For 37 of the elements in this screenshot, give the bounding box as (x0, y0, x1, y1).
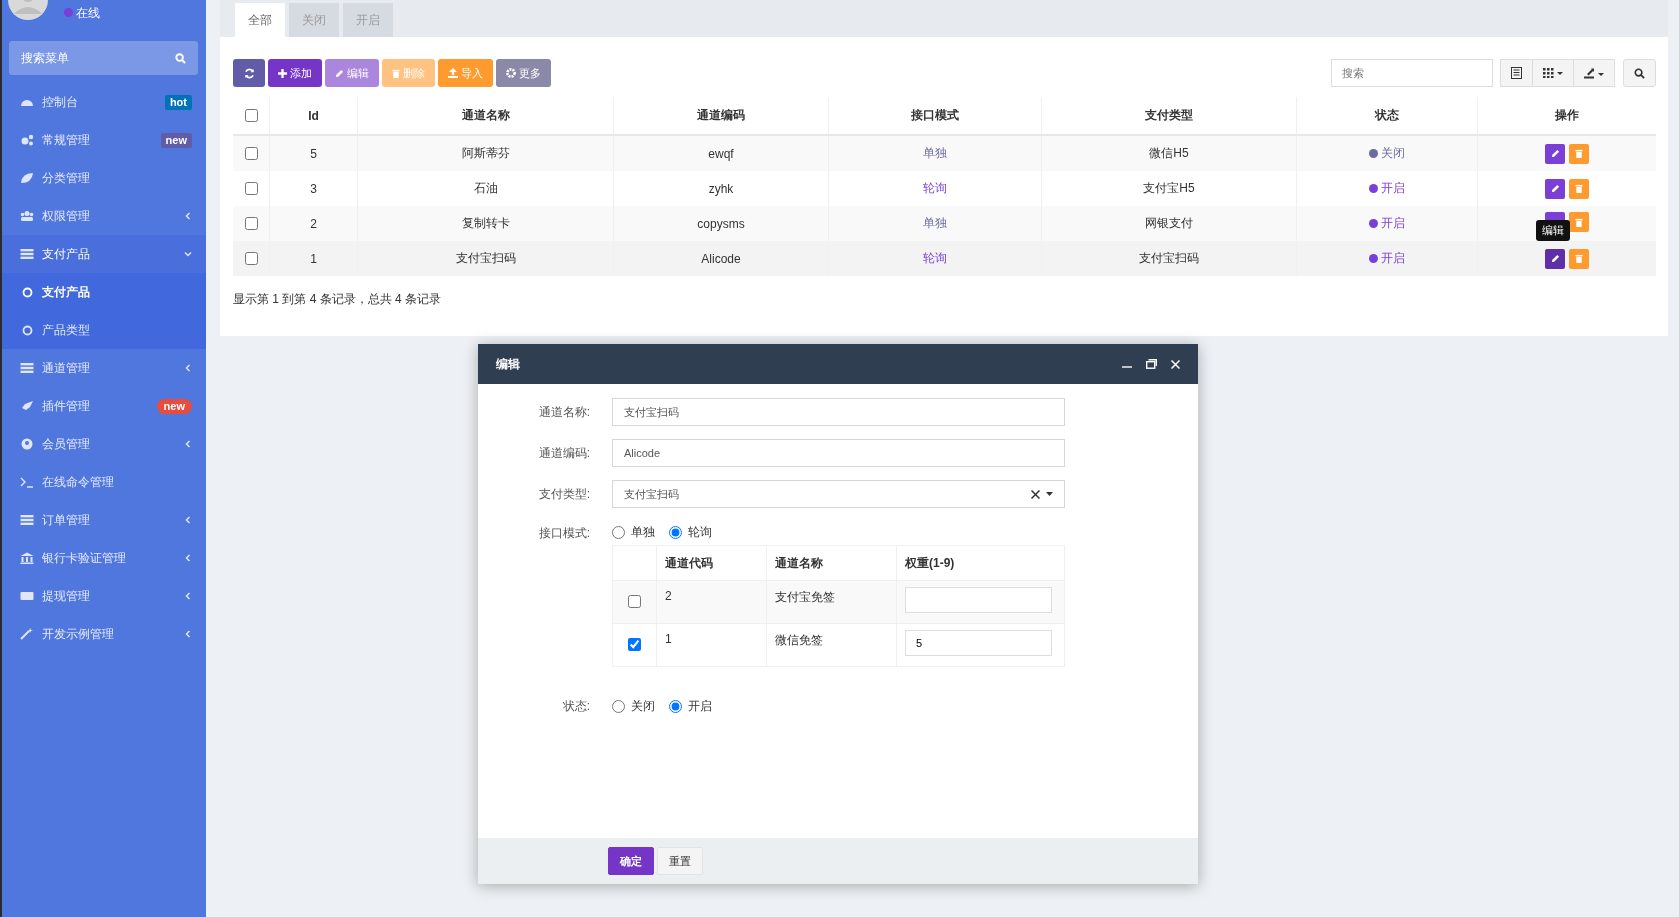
table-cell: 微信免签 (775, 633, 823, 647)
button-label: 更多 (519, 65, 541, 81)
table-cell: Alicode (701, 251, 741, 266)
table-cell: ewqf (708, 146, 734, 161)
field-label: 通道编码: (537, 444, 591, 462)
table-cell: 支付宝扫码 (455, 251, 516, 265)
table-cell: 1 (665, 632, 672, 646)
menu-badge: new (156, 398, 192, 414)
dialog-title: 编辑 (496, 355, 520, 373)
field-label: 接口模式: (537, 525, 591, 542)
table-cell: zyhk (708, 181, 734, 196)
table-cell: 2 (665, 589, 672, 603)
table-cell: 石油 (473, 181, 498, 195)
table-cell: 支付宝H5 (1143, 181, 1195, 195)
menu-badge: new (160, 132, 192, 148)
button-label: 删除 (403, 65, 425, 81)
table-cell: 3 (310, 181, 317, 196)
table-cell: 阿斯蒂芬 (461, 146, 510, 160)
table-cell: 微信H5 (1149, 146, 1189, 160)
field-label: 支付类型: (537, 485, 591, 503)
pagination-summary: 显示第 1 到第 4 条记录，总共 4 条记录 (233, 291, 443, 308)
table-cell: copysms (697, 216, 745, 231)
table-cell: 2 (310, 216, 317, 231)
table-cell: 支付宝免签 (775, 590, 835, 604)
table-cell: 复制转卡 (461, 216, 510, 230)
button-label: 编辑 (347, 65, 369, 81)
table-cell: 支付宝扫码 (1139, 251, 1199, 265)
table-cell: 1 (310, 251, 317, 266)
menu-badge: hot (164, 94, 192, 110)
table-cell: 5 (310, 146, 317, 161)
online-status: 在线 (76, 5, 100, 22)
table-cell: 网银支付 (1145, 216, 1193, 230)
tooltip: 编辑 (1536, 219, 1570, 241)
field-label: 通道名称: (537, 403, 591, 421)
button-label: 导入 (461, 65, 483, 81)
field-label: 状态: (561, 697, 591, 715)
button-label: 添加 (290, 65, 312, 81)
